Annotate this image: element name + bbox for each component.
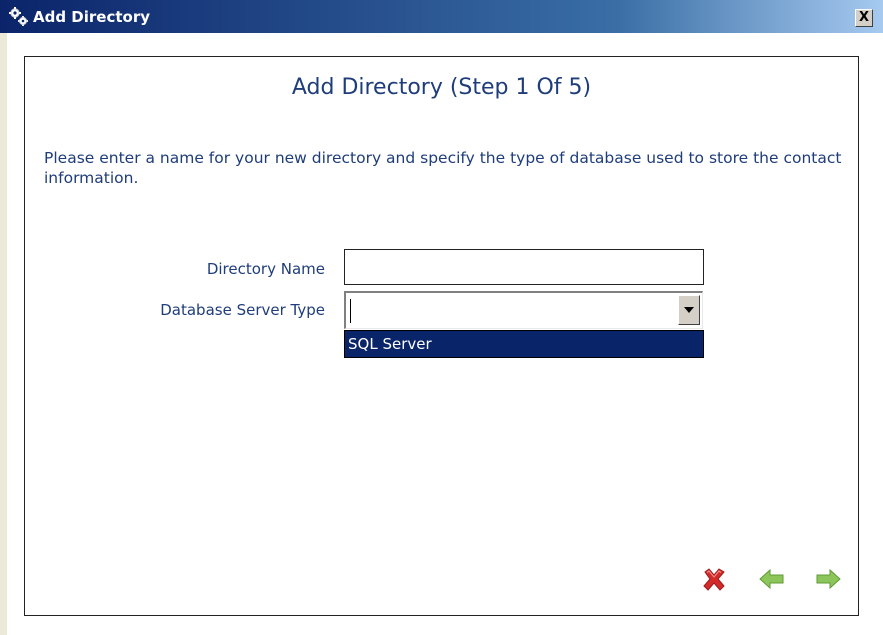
add-directory-window: Add Directory X Add Directory (Step 1 Of…	[0, 0, 883, 635]
close-icon: X	[858, 10, 870, 25]
text-caret	[350, 299, 351, 323]
dropdown-button[interactable]	[678, 295, 700, 325]
green-right-arrow-icon[interactable]	[814, 565, 842, 593]
green-left-arrow-icon[interactable]	[758, 565, 786, 593]
wizard-heading: Add Directory (Step 1 Of 5)	[291, 75, 592, 100]
wizard-instructions: Please enter a name for your new directo…	[44, 149, 842, 187]
window-left-edge	[0, 33, 7, 635]
directory-name-label: Directory Name	[206, 260, 325, 278]
window-title: Add Directory	[33, 8, 151, 26]
database-server-type-combo[interactable]	[344, 291, 703, 329]
red-x-cancel-icon[interactable]	[700, 565, 728, 593]
dropdown-option-sql-server[interactable]: SQL Server	[348, 334, 432, 354]
database-server-type-label: Database Server Type	[160, 301, 325, 319]
chevron-down-icon	[684, 307, 694, 313]
directory-name-input[interactable]	[344, 249, 704, 285]
wizard-panel: Add Directory (Step 1 Of 5) Please enter…	[24, 56, 859, 616]
database-server-type-dropdown-list: SQL Server	[344, 330, 704, 358]
title-bar[interactable]: Add Directory X	[0, 0, 883, 33]
close-button[interactable]: X	[855, 9, 873, 27]
gears-icon	[9, 7, 28, 26]
